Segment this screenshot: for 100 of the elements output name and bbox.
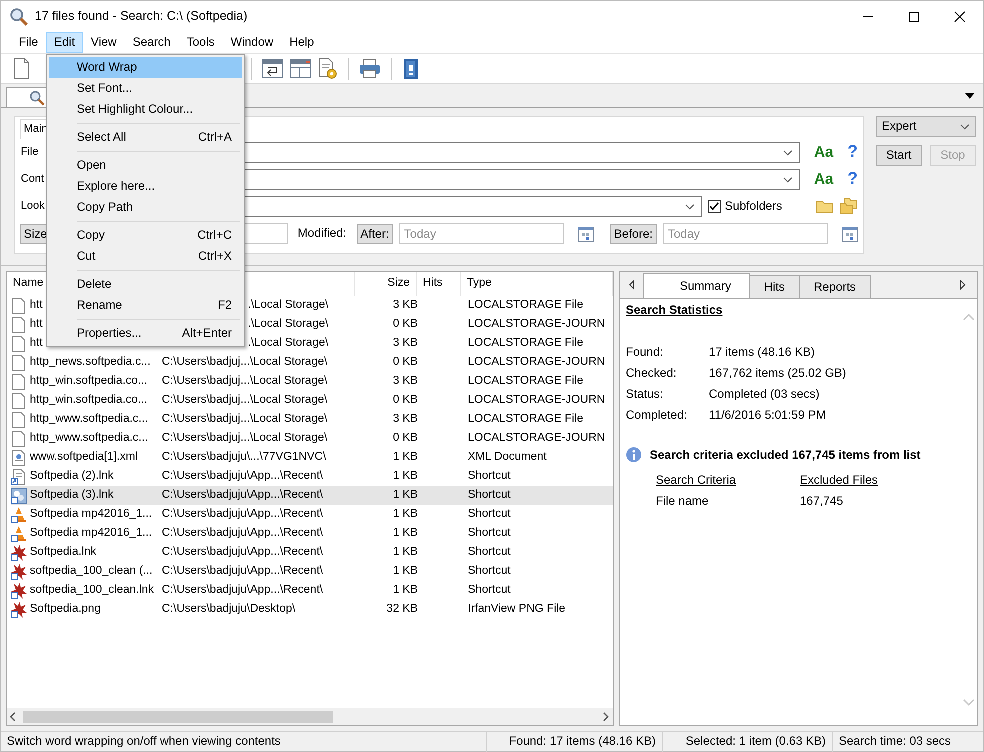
menu-item[interactable]: View	[83, 32, 125, 53]
menu-item[interactable]: Rename F2	[49, 295, 242, 316]
file-name[interactable]: htt	[27, 318, 46, 332]
close-icon[interactable]	[953, 10, 967, 22]
scrollbar-thumb[interactable]	[23, 711, 333, 723]
file-type: Shortcut	[467, 564, 512, 577]
printer-icon[interactable]	[359, 58, 381, 78]
dropdown-caret-icon[interactable]	[965, 93, 975, 99]
after-button[interactable]: After:	[356, 224, 394, 244]
menu-item[interactable]: Set Highlight Colour...	[49, 99, 242, 120]
stat-label: Found:	[626, 344, 664, 360]
action-button[interactable]: Start	[876, 145, 922, 166]
file-name[interactable]: http_www.softpedia.c...	[27, 432, 152, 446]
file-name[interactable]: htt	[27, 298, 46, 312]
document-icon	[11, 336, 27, 352]
menu-item[interactable]: Select All Ctrl+A	[49, 127, 242, 148]
calendar-icon[interactable]	[842, 226, 858, 242]
before-button[interactable]: Before:	[610, 224, 657, 244]
tab-scroll-left-icon[interactable]	[628, 280, 636, 290]
file-name[interactable]: http_win.softpedia.co...	[27, 394, 151, 408]
menu-item[interactable]: Cut Ctrl+X	[49, 246, 242, 267]
file-name[interactable]: http_news.softpedia.c...	[27, 356, 154, 370]
file-name[interactable]: softpedia_100_clean (...	[27, 564, 156, 578]
mode-dropdown[interactable]: Expert	[876, 116, 976, 137]
menu-item[interactable]: Tools	[178, 32, 223, 53]
file-type: LOCALSTORAGE File	[467, 336, 584, 349]
file-name[interactable]: Softpedia mp42016_1...	[27, 508, 156, 522]
status-text: Found: 17 items (48.16 KB)	[487, 732, 663, 752]
column-header[interactable]: Size	[355, 272, 417, 296]
file-size: 1 KB	[392, 564, 419, 577]
menu-item[interactable]: File	[11, 32, 46, 53]
file-path: C:\Users\badjuju\App...\Recent\	[161, 564, 324, 577]
file-type: LOCALSTORAGE File	[467, 412, 584, 425]
help-book-icon[interactable]	[402, 58, 420, 80]
file-name[interactable]: http_win.softpedia.co...	[27, 374, 151, 388]
file-size: 0 KB	[392, 356, 419, 368]
before-date-field[interactable]: Today	[663, 223, 828, 244]
maximize-icon[interactable]	[907, 10, 921, 22]
menu-item[interactable]: Delete	[49, 274, 242, 295]
splat-icon	[11, 582, 27, 598]
stat-label: Checked:	[626, 366, 678, 380]
file-type: Shortcut	[467, 488, 512, 501]
document-gear-icon[interactable]	[318, 58, 338, 80]
document-icon	[11, 392, 27, 408]
file-size: 3 KB	[392, 298, 419, 311]
stat-value: Completed (03 secs)	[709, 386, 820, 402]
after-date-field[interactable]: Today	[399, 223, 564, 244]
file-size: 1 KB	[392, 526, 419, 539]
file-name[interactable]: Softpedia (2).lnk	[27, 470, 117, 484]
menu-item[interactable]: Copy Ctrl+C	[49, 225, 242, 246]
file-name[interactable]: www.softpedia[1].xml	[27, 450, 142, 464]
stat-label: Completed:	[626, 408, 688, 422]
file-name[interactable]: softpedia_100_clean.lnk	[27, 584, 158, 598]
tab[interactable]: Summary	[643, 272, 750, 298]
file-name[interactable]: htt	[27, 336, 46, 350]
tab[interactable]: Reports	[799, 274, 872, 298]
file-name[interactable]: Softpedia.lnk	[27, 546, 100, 560]
column-header[interactable]: Hits	[417, 272, 461, 296]
menu-item[interactable]: Word Wrap	[49, 57, 242, 78]
file-path: C:\Users\badjuj...\Local Storage\	[161, 356, 329, 368]
new-document-icon[interactable]	[13, 58, 31, 80]
menu-item[interactable]: Open	[49, 155, 242, 176]
match-case-toggle[interactable]: Aa	[814, 170, 834, 189]
menu-item[interactable]: Set Font...	[49, 78, 242, 99]
column-header[interactable]: Type	[461, 272, 613, 296]
field-label: Cont	[20, 173, 46, 186]
splat-icon	[11, 602, 27, 618]
menu-item[interactable]: Edit	[46, 32, 84, 53]
file-path: C:\Users\badjuj...\Local Storage\	[161, 394, 329, 406]
tab-scroll-right-icon[interactable]	[959, 280, 967, 290]
menu-item[interactable]: Properties... Alt+Enter	[49, 323, 242, 344]
xml-document-icon	[11, 450, 27, 466]
menu-item[interactable]: Explore here...	[49, 176, 242, 197]
file-name[interactable]: Softpedia (3).lnk	[27, 488, 117, 502]
notice-text: Search criteria excluded 167,745 items from list	[650, 448, 921, 463]
file-size: 0 KB	[392, 318, 419, 330]
menu-item[interactable]: Copy Path	[49, 197, 242, 218]
window-return-icon[interactable]	[262, 58, 284, 78]
document-icon	[11, 374, 27, 390]
tab[interactable]: Hits	[749, 274, 800, 298]
help-button[interactable]: ?	[848, 142, 858, 163]
help-button[interactable]: ?	[848, 169, 858, 190]
file-name[interactable]: Softpedia.png	[27, 602, 104, 616]
file-name[interactable]: Softpedia mp42016_1...	[27, 526, 156, 540]
window-layout-icon[interactable]	[290, 58, 312, 78]
menu-item[interactable]: Window	[222, 32, 282, 53]
menu-item[interactable]: Search	[124, 32, 179, 53]
menu-item[interactable]: Help	[282, 32, 322, 53]
field-label: File	[20, 146, 40, 160]
status-text: Switch word wrapping on/off when viewing contents	[1, 732, 487, 752]
stat-label: Status:	[626, 386, 664, 402]
match-case-toggle[interactable]: Aa	[814, 144, 834, 162]
file-size: 1 KB	[392, 450, 419, 463]
checkbox[interactable]	[708, 200, 722, 214]
file-name[interactable]: http_www.softpedia.c...	[27, 412, 152, 426]
file-path: C:\Users\badjuju\App...\Recent\	[161, 508, 324, 520]
file-path: .\Local Storage\	[247, 336, 330, 349]
column-header: Search Criteria	[656, 472, 736, 487]
stat-value: 17 items (48.16 KB)	[709, 344, 816, 360]
calendar-icon[interactable]	[578, 226, 594, 242]
